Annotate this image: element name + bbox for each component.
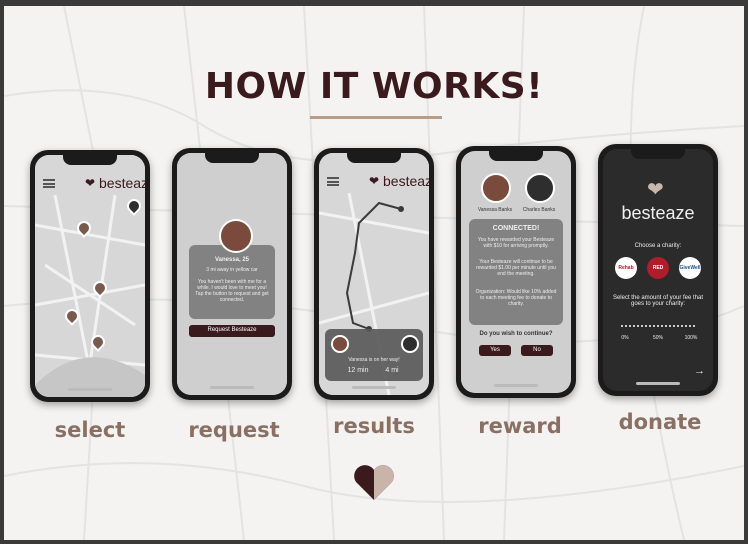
reward-screen: Vanessa Banks Charles Banks CONNECTED! Y… <box>461 151 571 393</box>
donate-brand-text: besteaze <box>621 203 695 223</box>
step-label-request: request <box>188 418 280 442</box>
yes-button[interactable]: Yes <box>479 345 511 356</box>
pct-50: 50% <box>652 335 663 341</box>
charity-option-3[interactable]: GiveWell <box>679 257 701 279</box>
charity-option-2[interactable]: RED <box>647 257 669 279</box>
phone-reward: Vanessa Banks Charles Banks CONNECTED! Y… <box>456 146 576 398</box>
request-screen: Vanessa, 25 3 mi away in yellow car You … <box>177 153 287 395</box>
profile-subtitle: 3 mi away in yellow car <box>206 267 258 273</box>
connected-card: CONNECTED! You have rewarded your Bestea… <box>469 219 563 325</box>
phone-donate: ❤ besteaze Choose a charity: Rehab RED G… <box>598 144 718 396</box>
reward-line-2: Your Besteaze will continue to be reward… <box>476 259 556 277</box>
name-vanessa: Vanessa Banks <box>477 207 513 213</box>
reward-line-1: You have rewarded your Besteaze with $10… <box>477 237 555 249</box>
eta-time: 12 min <box>347 367 369 374</box>
home-indicator <box>352 386 396 389</box>
heart-logo-icon: ❤ <box>647 179 664 201</box>
next-arrow-icon[interactable]: → <box>694 365 705 377</box>
phone-notch <box>489 151 543 161</box>
driver-avatar <box>331 335 349 353</box>
connected-heading: CONNECTED! <box>492 225 540 232</box>
continue-question: Do you wish to continue? <box>479 331 553 337</box>
home-indicator <box>210 386 254 389</box>
charity-option-1[interactable]: Rehab <box>615 257 637 279</box>
profile-body: You haven't been with me for a while. I … <box>195 279 269 303</box>
reward-line-3: Organization: Would like 10% added to ea… <box>475 289 557 307</box>
phone-notch <box>63 155 117 165</box>
page-title: HOW IT WORKS! <box>204 66 544 107</box>
select-screen: ❤ besteaze <box>35 155 145 397</box>
brand-logo-text: besteaze <box>99 175 145 191</box>
app-header: ❤ besteaze <box>319 173 429 191</box>
donate-screen: ❤ besteaze Choose a charity: Rehab RED G… <box>603 149 713 391</box>
phone-results: ❤ besteaze Vanessa is on her way! 12 min… <box>314 148 434 400</box>
brand-logo-text: besteaze <box>383 173 429 189</box>
request-besteaze-button[interactable]: Request Besteaze <box>189 325 275 337</box>
home-indicator <box>494 384 538 387</box>
eta-status: Vanessa is on her way! <box>348 357 400 363</box>
how-it-works-card: HOW IT WORKS! ❤ besteaz Vanessa, 25 3 mi… <box>4 6 744 540</box>
menu-icon[interactable] <box>43 179 55 188</box>
profile-name: Vanessa, 25 <box>214 257 250 263</box>
home-indicator <box>68 388 112 391</box>
user-avatar <box>401 335 419 353</box>
eta-card: Vanessa is on her way! 12 min 4 mi <box>325 329 423 381</box>
results-screen: ❤ besteaze Vanessa is on her way! 12 min… <box>319 153 429 395</box>
phone-notch <box>631 149 685 159</box>
vanessa-avatar <box>481 173 511 203</box>
step-label-results: results <box>333 414 415 438</box>
no-button[interactable]: No <box>521 345 553 356</box>
menu-icon[interactable] <box>327 177 339 186</box>
phone-select: ❤ besteaze <box>30 150 150 402</box>
phone-notch <box>205 153 259 163</box>
charles-avatar <box>525 173 555 203</box>
heart-logo-icon: ❤ <box>369 174 380 188</box>
step-label-donate: donate <box>618 410 702 434</box>
home-indicator <box>636 382 680 385</box>
eta-distance: 4 mi <box>385 367 399 374</box>
step-label-select: select <box>54 418 126 442</box>
select-amount-label: Select the amount of your fee that goes … <box>612 295 704 307</box>
profile-avatar <box>219 219 253 253</box>
heart-logo-icon: ❤ <box>85 176 96 190</box>
heart-logo-icon <box>354 465 394 500</box>
step-label-reward: reward <box>478 414 562 438</box>
profile-card: Vanessa, 25 3 mi away in yellow car You … <box>189 219 275 319</box>
choose-charity-label: Choose a charity: <box>634 243 682 249</box>
phone-request: Vanessa, 25 3 mi away in yellow car You … <box>172 148 292 400</box>
name-charles: Charles Banks <box>522 207 556 213</box>
amount-slider[interactable] <box>621 325 695 327</box>
phone-notch <box>347 153 401 163</box>
app-header: ❤ besteaze <box>35 175 145 193</box>
pct-100: 100% <box>684 335 698 341</box>
title-underline <box>310 116 442 119</box>
pct-0: 0% <box>621 335 629 341</box>
